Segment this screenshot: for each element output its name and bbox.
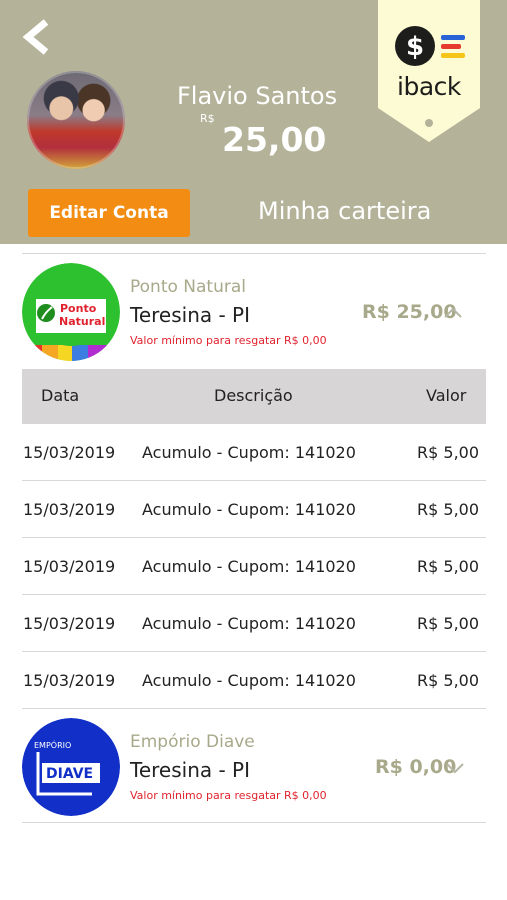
wallet-title: Minha carteira bbox=[258, 197, 432, 225]
row-description: Acumulo - Cupom: 141020 bbox=[142, 500, 356, 519]
profile-header: Flavio Santos R$ 25,00 $ iback Editar Co… bbox=[0, 0, 507, 244]
row-description: Acumulo - Cupom: 141020 bbox=[142, 614, 356, 633]
iback-logo-tag: $ bbox=[378, 0, 480, 142]
store-card-emporio-diave[interactable]: EMPÓRIO DIAVE Empório Diave Teresina - P… bbox=[22, 718, 486, 820]
divider bbox=[22, 253, 486, 254]
table-row[interactable]: 15/03/2019 Acumulo - Cupom: 141020 R$ 5,… bbox=[22, 652, 486, 709]
row-description: Acumulo - Cupom: 141020 bbox=[142, 671, 356, 690]
row-description: Acumulo - Cupom: 141020 bbox=[142, 557, 356, 576]
row-value: R$ 5,00 bbox=[417, 500, 480, 519]
emporio-diave-logo: EMPÓRIO DIAVE bbox=[22, 718, 120, 816]
balance-currency: R$ bbox=[200, 112, 215, 125]
row-date: 15/03/2019 bbox=[23, 614, 116, 633]
row-divider bbox=[22, 708, 486, 709]
table-row[interactable]: 15/03/2019 Acumulo - Cupom: 141020 R$ 5,… bbox=[22, 595, 486, 652]
row-description: Acumulo - Cupom: 141020 bbox=[142, 443, 356, 462]
store-card-ponto-natural[interactable]: Ponto Natural Ponto Natural Teresina - P… bbox=[22, 263, 486, 365]
row-date: 15/03/2019 bbox=[23, 500, 116, 519]
row-value: R$ 5,00 bbox=[417, 557, 480, 576]
column-header-date: Data bbox=[41, 386, 80, 405]
transactions-table-header: Data Descrição Valor bbox=[22, 369, 486, 424]
table-row[interactable]: 15/03/2019 Acumulo - Cupom: 141020 R$ 5,… bbox=[22, 424, 486, 481]
edit-account-button[interactable]: Editar Conta bbox=[28, 189, 190, 237]
row-date: 15/03/2019 bbox=[23, 557, 116, 576]
chevron-down-icon[interactable] bbox=[444, 757, 466, 779]
column-header-value: Valor bbox=[426, 386, 467, 405]
back-chevron-icon[interactable] bbox=[20, 18, 54, 56]
row-value: R$ 5,00 bbox=[417, 671, 480, 690]
row-value: R$ 5,00 bbox=[417, 443, 480, 462]
row-date: 15/03/2019 bbox=[23, 443, 116, 462]
logo-text: iback bbox=[397, 72, 461, 101]
store-brand: Ponto Natural bbox=[130, 277, 246, 297]
table-row[interactable]: 15/03/2019 Acumulo - Cupom: 141020 R$ 5,… bbox=[22, 538, 486, 595]
store-city: Teresina - PI bbox=[130, 758, 251, 782]
store-min-redeem: Valor mínimo para resgatar R$ 0,00 bbox=[130, 789, 327, 802]
svg-text:EMPÓRIO: EMPÓRIO bbox=[34, 739, 71, 750]
table-row[interactable]: 15/03/2019 Acumulo - Cupom: 141020 R$ 5,… bbox=[22, 481, 486, 538]
store-brand: Empório Diave bbox=[130, 732, 255, 752]
store-min-redeem: Valor mínimo para resgatar R$ 0,00 bbox=[130, 334, 327, 347]
store-city: Teresina - PI bbox=[130, 303, 251, 327]
svg-text:DIAVE: DIAVE bbox=[46, 766, 93, 782]
balance-value: 25,00 bbox=[222, 120, 327, 159]
row-date: 15/03/2019 bbox=[23, 671, 116, 690]
user-avatar bbox=[27, 71, 125, 169]
svg-text:Ponto: Ponto bbox=[60, 302, 97, 315]
svg-text:$: $ bbox=[406, 32, 424, 62]
divider bbox=[22, 822, 486, 823]
ponto-natural-logo: Ponto Natural bbox=[22, 263, 120, 361]
chevron-up-icon[interactable] bbox=[442, 302, 464, 324]
row-value: R$ 5,00 bbox=[417, 614, 480, 633]
user-name: Flavio Santos bbox=[177, 82, 338, 110]
svg-text:Natural: Natural bbox=[59, 315, 105, 328]
column-header-description: Descrição bbox=[214, 386, 293, 405]
